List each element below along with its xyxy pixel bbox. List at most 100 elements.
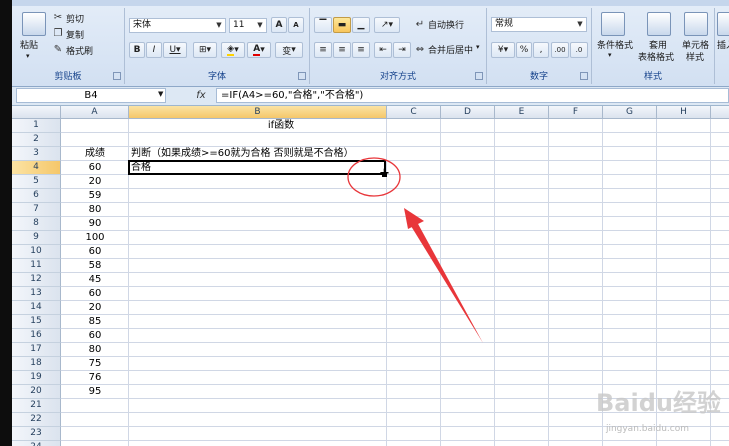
row-header-19[interactable]: 19 (12, 371, 61, 385)
cell-b1[interactable]: if函数 (241, 119, 321, 133)
merge-center-button[interactable]: 合并后居中 (428, 43, 473, 56)
orientation-button[interactable]: ↗ ▾ (374, 17, 400, 33)
cell-a7[interactable]: 80 (61, 203, 129, 217)
wrap-text-button[interactable]: 自动换行 (428, 18, 464, 31)
paste-dropdown-icon[interactable]: ▾ (26, 52, 30, 60)
cell-a19[interactable]: 76 (61, 371, 129, 385)
font-size-select[interactable]: 11 ▼ (229, 18, 267, 33)
accounting-format-button[interactable]: ¥ ▾ (491, 42, 515, 58)
format-as-table-button[interactable]: 表格格式 (638, 50, 674, 63)
cell-a14[interactable]: 20 (61, 301, 129, 315)
row-header-2[interactable]: 2 (12, 133, 61, 147)
column-header-g[interactable]: G (603, 106, 657, 119)
cell-styles-button[interactable]: 样式 (686, 50, 704, 63)
format-painter-button[interactable]: 格式刷 (66, 44, 93, 57)
cell-b3[interactable]: 判断（如果成绩>=60就为合格 否则就是不合格） (131, 147, 354, 161)
row-header-20[interactable]: 20 (12, 385, 61, 399)
row-header-6[interactable]: 6 (12, 189, 61, 203)
top-align-button[interactable]: ▔ (314, 17, 332, 33)
grow-font-button[interactable]: A (271, 17, 287, 33)
formula-input[interactable]: =IF(A4>=60,"合格","不合格") (216, 88, 729, 103)
cell-a17[interactable]: 80 (61, 343, 129, 357)
row-header-7[interactable]: 7 (12, 203, 61, 217)
decrease-indent-button[interactable]: ⇤ (374, 42, 392, 58)
underline-button[interactable]: U ▾ (163, 42, 187, 58)
row-header-5[interactable]: 5 (12, 175, 61, 189)
fill-color-button[interactable]: ◈ ▾ (221, 42, 245, 58)
column-header-i[interactable]: I (711, 106, 729, 119)
clipboard-dialog-launcher[interactable] (113, 72, 121, 80)
row-header-18[interactable]: 18 (12, 357, 61, 371)
align-left-button[interactable]: ≡ (314, 42, 332, 58)
column-header-d[interactable]: D (441, 106, 495, 119)
cell-a13[interactable]: 60 (61, 287, 129, 301)
insert-cells-icon[interactable] (717, 12, 729, 36)
increase-indent-button[interactable]: ⇥ (393, 42, 411, 58)
name-box[interactable]: B4 (16, 88, 166, 103)
alignment-dialog-launcher[interactable] (475, 72, 483, 80)
row-header-13[interactable]: 13 (12, 287, 61, 301)
cell-a4[interactable]: 60 (61, 161, 129, 175)
cell-a11[interactable]: 58 (61, 259, 129, 273)
align-right-button[interactable]: ≡ (352, 42, 370, 58)
cell-a12[interactable]: 45 (61, 273, 129, 287)
row-header-10[interactable]: 10 (12, 245, 61, 259)
insert-function-button[interactable]: fx (190, 88, 212, 103)
row-header-21[interactable]: 21 (12, 399, 61, 413)
conditional-format-icon[interactable] (601, 12, 625, 36)
bottom-align-button[interactable]: ▁ (352, 17, 370, 33)
font-dialog-launcher[interactable] (298, 72, 306, 80)
row-header-14[interactable]: 14 (12, 301, 61, 315)
cell-a5[interactable]: 20 (61, 175, 129, 189)
number-format-select[interactable]: 常规 ▼ (491, 17, 587, 32)
column-header-f[interactable]: F (549, 106, 603, 119)
row-header-22[interactable]: 22 (12, 413, 61, 427)
comma-button[interactable]: , (533, 42, 549, 58)
row-header-23[interactable]: 23 (12, 427, 61, 441)
cell-a18[interactable]: 75 (61, 357, 129, 371)
percent-button[interactable]: % (516, 42, 532, 58)
paste-button[interactable]: 粘贴 (20, 38, 38, 51)
cell-a15[interactable]: 85 (61, 315, 129, 329)
middle-align-button[interactable]: ▬ (333, 17, 351, 33)
column-header-e[interactable]: E (495, 106, 549, 119)
shrink-font-button[interactable]: A (288, 17, 304, 33)
conditional-format-button[interactable]: 条件格式 (597, 38, 633, 51)
row-header-17[interactable]: 17 (12, 343, 61, 357)
row-header-8[interactable]: 8 (12, 217, 61, 231)
phonetic-button[interactable]: 变 ▾ (275, 42, 303, 58)
cell-a6[interactable]: 59 (61, 189, 129, 203)
column-header-a[interactable]: A (61, 106, 129, 119)
cell-styles-icon[interactable] (684, 12, 708, 36)
row-header-9[interactable]: 9 (12, 231, 61, 245)
column-header-h[interactable]: H (657, 106, 711, 119)
bold-button[interactable]: B (129, 42, 145, 58)
cell-a10[interactable]: 60 (61, 245, 129, 259)
conditional-dropdown-icon[interactable]: ▾ (608, 51, 612, 59)
column-header-b[interactable]: B (129, 106, 387, 119)
row-header-15[interactable]: 15 (12, 315, 61, 329)
cell-a16[interactable]: 60 (61, 329, 129, 343)
increase-decimal-button[interactable]: .00 (551, 42, 569, 58)
select-all-corner[interactable] (12, 106, 61, 119)
column-header-c[interactable]: C (387, 106, 441, 119)
italic-button[interactable]: I (146, 42, 162, 58)
row-header-24[interactable]: 24 (12, 441, 61, 446)
insert-cells-button[interactable]: 插入 (717, 38, 729, 51)
cell-a20[interactable]: 95 (61, 385, 129, 399)
copy-button[interactable]: 复制 (66, 28, 84, 41)
borders-button[interactable]: ⊞ ▾ (193, 42, 217, 58)
row-header-16[interactable]: 16 (12, 329, 61, 343)
align-center-button[interactable]: ≡ (333, 42, 351, 58)
format-as-table-icon[interactable] (647, 12, 671, 36)
row-header-11[interactable]: 11 (12, 259, 61, 273)
row-header-12[interactable]: 12 (12, 273, 61, 287)
number-dialog-launcher[interactable] (580, 72, 588, 80)
font-name-select[interactable]: 宋体 ▼ (129, 18, 226, 33)
font-color-button[interactable]: A ▾ (247, 42, 271, 58)
decrease-decimal-button[interactable]: .0 (570, 42, 588, 58)
cell-a8[interactable]: 90 (61, 217, 129, 231)
merge-dropdown-icon[interactable]: ▾ (476, 43, 480, 51)
cut-button[interactable]: 剪切 (66, 12, 84, 25)
paste-icon[interactable] (22, 12, 46, 36)
